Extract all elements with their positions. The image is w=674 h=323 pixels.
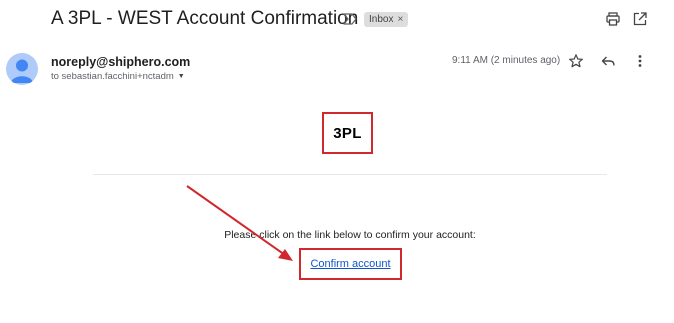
default-avatar-icon (11, 59, 33, 83)
email-view: A 3PL - WEST Account Confirmation Inbox … (0, 0, 674, 323)
label-important-icon[interactable] (343, 13, 357, 25)
reply-icon[interactable] (600, 53, 616, 69)
sender-address[interactable]: noreply@shiphero.com (51, 55, 190, 69)
show-details-caret-icon[interactable]: ▼ (178, 73, 185, 80)
brand-logo: 3PL (333, 124, 362, 142)
recipient-line: to sebastian.facchini+nctadm ▼ (51, 71, 185, 82)
sender-avatar[interactable] (6, 53, 38, 85)
recipient-text: to sebastian.facchini+nctadm (51, 71, 174, 82)
email-subject: A 3PL - WEST Account Confirmation (51, 8, 359, 29)
confirm-account-link[interactable]: Confirm account (310, 258, 390, 270)
inbox-label-chip: Inbox × (364, 12, 409, 27)
brand-logo-highlight: 3PL (322, 112, 373, 154)
print-icon[interactable] (605, 11, 621, 27)
open-in-new-window-icon[interactable] (632, 11, 648, 27)
inbox-label-text: Inbox (369, 14, 394, 25)
body-divider (93, 174, 607, 175)
confirmation-message: Please click on the link below to confir… (224, 229, 476, 241)
star-icon[interactable] (568, 53, 584, 69)
email-timestamp: 9:11 AM (2 minutes ago) (452, 55, 561, 66)
more-vert-icon[interactable] (632, 53, 648, 69)
remove-label-button[interactable]: × (397, 12, 403, 27)
confirm-link-highlight: Confirm account (299, 248, 402, 280)
